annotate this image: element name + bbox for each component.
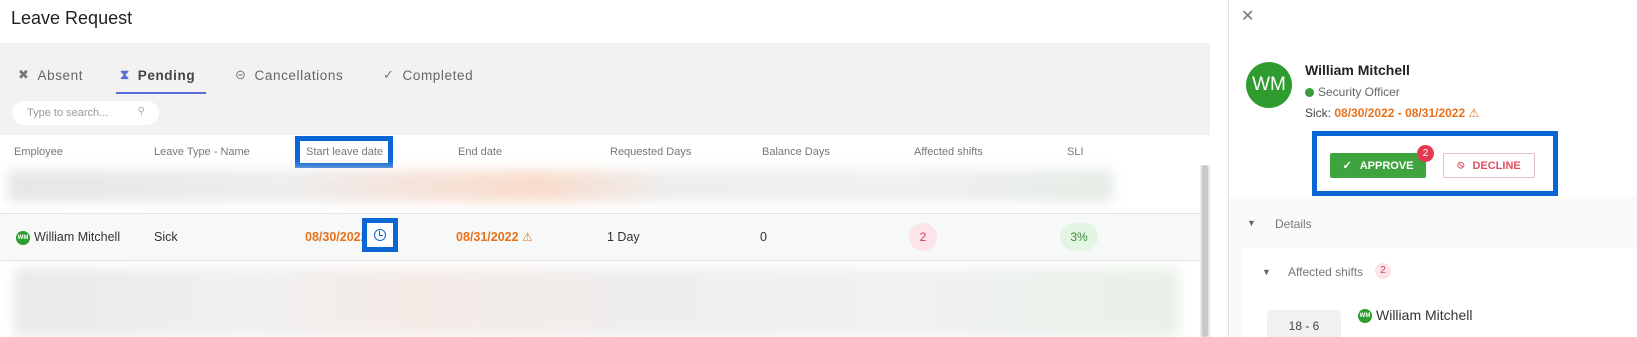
caret-down-icon: ▼	[1262, 267, 1271, 277]
warning-icon: ⚠	[1468, 106, 1480, 120]
clock-icon	[374, 229, 386, 241]
search-input[interactable]: Type to search... ⚲	[12, 101, 159, 125]
person-icon	[1305, 87, 1314, 97]
page-title: Leave Request	[11, 8, 133, 28]
requested-days-cell: 1 Day	[607, 230, 640, 244]
blurred-row	[8, 170, 1113, 202]
tab-completed[interactable]: ✓ Completed	[383, 60, 473, 90]
hourglass-icon: ⧗	[120, 67, 130, 82]
close-icon[interactable]: ✕	[1241, 6, 1254, 26]
table-row[interactable]: WM William Mitchell Sick 08/30/2022 08/31…	[0, 213, 1200, 261]
header-end-date[interactable]: End date	[458, 146, 502, 158]
details-label: Details	[1275, 217, 1312, 231]
shift-employee: WM William Mitchell	[1358, 307, 1473, 324]
tab-pending-label: Pending	[137, 67, 196, 83]
employee-name: William Mitchell	[34, 230, 121, 244]
decline-label: DECLINE	[1472, 159, 1521, 172]
affected-shifts-section: ▼ Affected shifts 2 18 - 6 WM William Mit…	[1241, 248, 1637, 337]
check-icon: ✓	[1342, 160, 1352, 172]
header-employee[interactable]: Employee	[14, 146, 63, 158]
block-icon: ⦸	[1457, 159, 1465, 171]
tab-absent[interactable]: ✖ Absent	[18, 60, 83, 90]
check-icon: ✓	[383, 67, 395, 82]
tabs-bar: ✖ Absent ⧗ Pending ⊝ Cancellations ✓ Com…	[0, 43, 1210, 135]
tab-completed-label: Completed	[402, 67, 474, 83]
header-requested-days[interactable]: Requested Days	[610, 146, 691, 158]
avatar: WM	[1358, 309, 1372, 324]
approve-button[interactable]: ✓ APPROVE	[1330, 153, 1426, 178]
warning-icon: ⚠	[522, 230, 533, 244]
employee-cell: WM William Mitchell	[16, 230, 120, 245]
employee-name: William Mitchell	[1305, 62, 1410, 78]
tab-absent-label: Absent	[37, 67, 84, 83]
affected-shifts-label: Affected shifts	[1288, 265, 1364, 279]
avatar: WM	[16, 230, 30, 245]
employee-role: Security Officer	[1305, 85, 1400, 99]
table-scrollbar[interactable]	[1200, 165, 1210, 337]
approve-count-badge: 2	[1417, 145, 1434, 162]
header-balance-days[interactable]: Balance Days	[762, 146, 830, 158]
minus-circle-icon: ⊝	[235, 67, 247, 82]
role-text: Security Officer	[1318, 85, 1400, 99]
shift-time: 18 - 6	[1267, 310, 1341, 337]
leave-request-main: Leave Request ✖ Absent ⧗ Pending ⊝ Cance…	[0, 0, 1228, 337]
person-off-icon: ✖	[18, 67, 30, 82]
decline-button[interactable]: ⦸ DECLINE	[1443, 153, 1535, 178]
scrollbar-thumb[interactable]	[1202, 165, 1208, 337]
end-date-value: 08/31/2022	[456, 230, 519, 244]
start-date-header-highlight	[295, 136, 393, 168]
balance-days-cell: 0	[760, 230, 767, 244]
caret-down-icon: ▼	[1247, 218, 1256, 228]
approve-label: APPROVE	[1359, 159, 1414, 172]
leave-detail-panel: ✕ WM William Mitchell Security Officer S…	[1228, 0, 1637, 337]
blurred-row	[14, 268, 1179, 337]
details-section-toggle[interactable]: ▼ Details	[1229, 200, 1637, 248]
header-leave-type[interactable]: Leave Type - Name	[154, 146, 250, 158]
action-buttons-highlight: ✓ APPROVE 2 ⦸ DECLINE	[1312, 131, 1558, 196]
start-date-cell: 08/30/2022	[305, 230, 368, 244]
affected-shifts-badge[interactable]: 2	[909, 223, 937, 251]
affected-shifts-count: 2	[1375, 263, 1391, 279]
leave-type-label: Sick:	[1305, 106, 1332, 120]
active-tab-indicator	[116, 92, 206, 94]
leave-type-cell: Sick	[154, 230, 178, 244]
avatar: WM	[1246, 62, 1292, 108]
sli-badge: 3%	[1060, 223, 1098, 251]
search-placeholder: Type to search...	[27, 107, 109, 119]
header-affected-shifts[interactable]: Affected shifts	[914, 146, 983, 158]
leave-summary: Sick: 08/30/2022 - 08/31/2022 ⚠	[1305, 106, 1479, 120]
panel-header: ✕ WM William Mitchell Security Officer S…	[1229, 0, 1637, 196]
header-sli[interactable]: SLI	[1067, 146, 1084, 158]
tab-cancellations-label: Cancellations	[254, 67, 344, 83]
tab-cancellations[interactable]: ⊝ Cancellations	[235, 60, 343, 90]
tab-pending[interactable]: ⧗ Pending	[120, 60, 195, 90]
search-icon: ⚲	[137, 106, 145, 117]
end-date-cell: 08/31/2022 ⚠	[456, 230, 533, 244]
shift-employee-name: William Mitchell	[1376, 307, 1473, 323]
clock-button[interactable]	[362, 218, 398, 252]
table-header: Employee Leave Type - Name Start leave d…	[0, 135, 1210, 169]
leave-dates: 08/30/2022 - 08/31/2022	[1334, 106, 1466, 120]
